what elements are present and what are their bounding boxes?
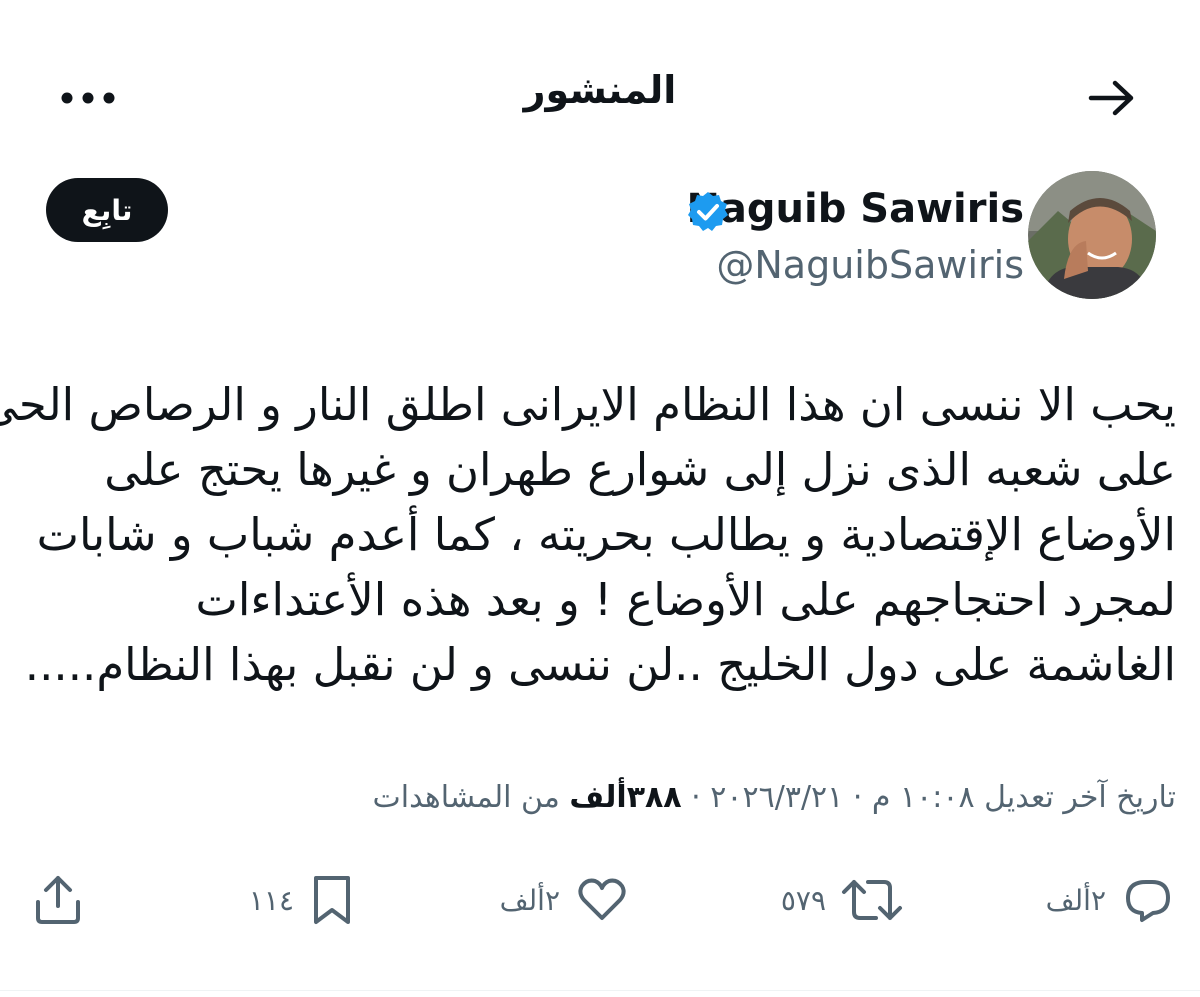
reply-icon bbox=[1126, 880, 1170, 922]
repost-button[interactable]: ٥٧٩ bbox=[781, 860, 904, 940]
like-button[interactable]: ٢ألف bbox=[500, 860, 630, 940]
tweet-text-line: على شعبه الذى نزل إلى شوارع طهران و غيره… bbox=[104, 443, 1176, 496]
tweet-date: ٢٠٢٦/٣/٢١ bbox=[710, 780, 844, 815]
page-header: المنشور bbox=[0, 0, 1200, 190]
tweet-metadata: تاريخ آخر تعديل ١٠:٠٨ م · ٢٠٢٦/٣/٢١ · ٣٨… bbox=[20, 780, 1176, 815]
tweet-text-line: الغاشمة على دول الخليج ..لن ننسى و لن نق… bbox=[24, 638, 1176, 691]
avatar[interactable] bbox=[1028, 171, 1156, 299]
heart-icon bbox=[578, 878, 626, 920]
more-options-button[interactable] bbox=[40, 62, 136, 134]
repost-icon bbox=[842, 880, 902, 920]
meta-separator: · bbox=[852, 780, 863, 815]
verified-badge-icon bbox=[688, 192, 728, 231]
meta-separator: · bbox=[691, 780, 701, 815]
profile-photo bbox=[1028, 171, 1156, 299]
divider bbox=[0, 990, 1200, 991]
tweet-text: يحب الا ننسى ان هذا النظام الايرانى اطلق… bbox=[0, 372, 1176, 697]
views-count: ٣٨٨ألف bbox=[569, 780, 682, 815]
reply-count: ٢ألف bbox=[1045, 883, 1106, 917]
repost-count: ٥٧٩ bbox=[780, 883, 826, 917]
share-icon bbox=[36, 876, 80, 924]
more-horizontal-icon bbox=[61, 92, 115, 104]
tweet-detail-page: المنشور Naguib Sawiris @NaguibSawiris تا… bbox=[0, 0, 1200, 997]
author-display-name[interactable]: Naguib Sawiris bbox=[686, 186, 1024, 232]
like-count: ٢ألف bbox=[499, 883, 560, 917]
bookmark-button[interactable]: ١١٤ bbox=[249, 860, 356, 940]
page-title: المنشور bbox=[523, 68, 677, 112]
tweet-text-line: يحب الا ننسى ان هذا النظام الايرانى اطلق… bbox=[0, 378, 1176, 431]
tweet-actions-bar: ٢ألف ٥٧٩ ٢ألف ١١٤ bbox=[0, 860, 1200, 940]
tweet-text-line: الأوضاع الإقتصادية و يطالب بحريته ، كما … bbox=[36, 508, 1176, 561]
bookmark-count: ١١٤ bbox=[248, 883, 294, 917]
bookmark-icon bbox=[314, 876, 350, 924]
author-handle[interactable]: @NaguibSawiris bbox=[716, 243, 1024, 287]
share-button[interactable] bbox=[30, 860, 86, 940]
views-label: من المشاهدات bbox=[372, 780, 560, 815]
reply-button[interactable]: ٢ألف bbox=[1046, 860, 1176, 940]
tweet-time: ١٠:٠٨ م bbox=[871, 780, 975, 815]
edited-label[interactable]: تاريخ آخر تعديل bbox=[984, 780, 1176, 815]
tweet-text-line: لمجرد احتجاجهم على الأوضاع ! و بعد هذه ا… bbox=[195, 573, 1176, 626]
follow-button[interactable]: تابِع bbox=[46, 178, 168, 242]
